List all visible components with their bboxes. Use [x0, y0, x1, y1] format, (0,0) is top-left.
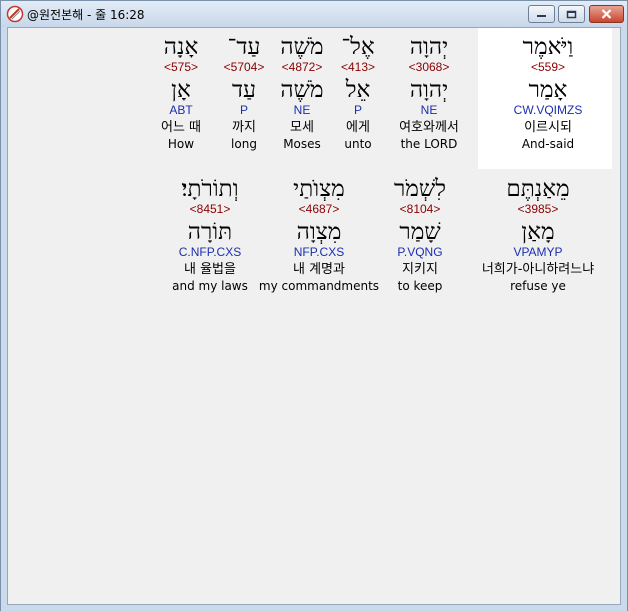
hebrew-word: לִשְׁמֹר — [394, 176, 446, 202]
maximize-button[interactable] — [558, 5, 585, 23]
korean-gloss: 너희가-아니하려느냐 — [481, 262, 595, 277]
hebrew-lemma: עַד — [231, 77, 257, 103]
morphology-code: P — [353, 103, 362, 117]
morphology-code: P — [239, 103, 248, 117]
strong-number[interactable]: <413> — [341, 60, 375, 75]
morphology-code: NFP.CXS — [293, 245, 345, 259]
strong-number[interactable]: <575> — [164, 60, 198, 75]
word-cell-row1-6[interactable]: אָנָה <575> אָן ABT 어느 때 How — [153, 34, 209, 152]
hebrew-lemma: אָן — [171, 77, 191, 103]
hebrew-lemma: מִצְוָה — [296, 219, 342, 245]
word-cell-row1-4[interactable]: מֹשֶׁה <4872> מֹשֶׁה NE 모세 Moses — [276, 34, 328, 152]
hebrew-lemma: אָמַר — [528, 77, 568, 103]
hebrew-word: מִצְוֺתַי — [293, 176, 345, 202]
hebrew-lemma: מָאַן — [521, 219, 555, 245]
window-bottom-border[interactable] — [1, 605, 627, 611]
word-cell-row2-1[interactable]: מֵאַנְתֶּם <3985> מָאַן VPAMYP 너희가-아니하려느… — [463, 176, 613, 294]
hebrew-word: אֶל־ — [341, 34, 375, 60]
korean-gloss: 까지 — [232, 120, 256, 135]
hebrew-word: עַד־ — [227, 34, 261, 60]
strong-number[interactable]: <3068> — [409, 60, 450, 75]
interlinear-view[interactable]: וַיֹּאמֶר <559> אָמַר CW.VQIMZS 이르시되 And… — [7, 27, 621, 605]
strong-number[interactable]: <4872> — [282, 60, 323, 75]
korean-gloss: 여호와께서 — [399, 120, 459, 135]
english-gloss: the LORD — [400, 137, 458, 151]
english-gloss: long — [231, 137, 257, 151]
morphology-code: NE — [420, 103, 438, 117]
english-gloss: to keep — [397, 279, 443, 293]
english-gloss: How — [167, 137, 195, 151]
word-cell-row1-3[interactable]: אֶל־ <413> אֵל P 에게 unto — [333, 34, 383, 152]
maximize-icon — [566, 10, 577, 19]
word-cell-row1-2[interactable]: יְהוָה <3068> יְהוָה NE 여호와께서 the LORD — [386, 34, 472, 152]
word-cell-row2-4[interactable]: וְתוֹרֹתָי׃ <8451> תּוֹרָה C.NFP.CXS 내 율… — [168, 176, 252, 294]
korean-gloss: 모세 — [290, 120, 314, 135]
hebrew-lemma: אֵל — [345, 77, 371, 103]
app-window: @원전본해 - 줄 16:28 וַיֹּאמֶר <559> אָמַר CW… — [0, 0, 628, 611]
english-gloss: And-said — [521, 137, 575, 151]
morphology-code: ABT — [169, 103, 193, 117]
hebrew-lemma: מֹשֶׁה — [280, 77, 324, 103]
english-gloss: and my laws — [172, 279, 248, 293]
title-bar[interactable]: @원전본해 - 줄 16:28 — [1, 1, 627, 27]
korean-gloss: 이르시되 — [524, 120, 572, 135]
korean-gloss: 내 계명과 — [293, 262, 345, 277]
korean-gloss: 지키지 — [402, 262, 438, 277]
window-title: @원전본해 - 줄 16:28 — [27, 8, 145, 22]
morphology-code: CW.VQIMZS — [513, 103, 583, 117]
english-gloss: my commandments — [258, 279, 380, 293]
korean-gloss: 내 율법을 — [184, 262, 236, 277]
close-button[interactable] — [589, 5, 624, 23]
english-gloss: unto — [344, 137, 372, 151]
strong-number[interactable]: <8451> — [190, 202, 231, 217]
hebrew-lemma: יְהוָה — [409, 77, 449, 103]
word-cell-row1-5[interactable]: עַד־ <5704> עַד P 까지 long — [218, 34, 270, 152]
strong-number[interactable]: <5704> — [224, 60, 265, 75]
minimize-button[interactable] — [528, 5, 555, 23]
minimize-icon — [536, 10, 547, 18]
strong-number[interactable]: <559> — [531, 60, 565, 75]
morphology-code: VPAMYP — [513, 245, 563, 259]
hebrew-word: יְהוָה — [409, 34, 449, 60]
korean-gloss: 에게 — [346, 120, 370, 135]
hebrew-word: מֵאַנְתֶּם — [506, 176, 570, 202]
word-cell-row2-3[interactable]: מִצְוֺתַי <4687> מִצְוָה NFP.CXS 내 계명과 m… — [258, 176, 380, 294]
morphology-code: P.VQNG — [397, 245, 443, 259]
hebrew-lemma: תּוֹרָה — [187, 219, 233, 245]
hebrew-lemma: שָׁמַר — [399, 219, 441, 245]
app-logo-icon[interactable] — [6, 5, 24, 23]
hebrew-word: אָנָה — [163, 34, 199, 60]
word-cell-row1-1[interactable]: וַיֹּאמֶר <559> אָמַר CW.VQIMZS 이르시되 And… — [498, 34, 598, 152]
close-icon — [601, 9, 612, 19]
english-gloss: refuse ye — [510, 279, 566, 293]
strong-number[interactable]: <4687> — [299, 202, 340, 217]
korean-gloss: 어느 때 — [160, 120, 201, 135]
hebrew-word: מֹשֶׁה — [280, 34, 324, 60]
english-gloss: Moses — [283, 137, 321, 151]
hebrew-word: וַיֹּאמֶר — [522, 34, 574, 60]
strong-number[interactable]: <8104> — [400, 202, 441, 217]
morphology-code: C.NFP.CXS — [178, 245, 242, 259]
word-cell-row2-2[interactable]: לִשְׁמֹר <8104> שָׁמַר P.VQNG 지키지 to kee… — [383, 176, 457, 294]
strong-number[interactable]: <3985> — [518, 202, 559, 217]
morphology-code: NE — [293, 103, 311, 117]
hebrew-word: וְתוֹרֹתָי׃ — [181, 176, 239, 202]
